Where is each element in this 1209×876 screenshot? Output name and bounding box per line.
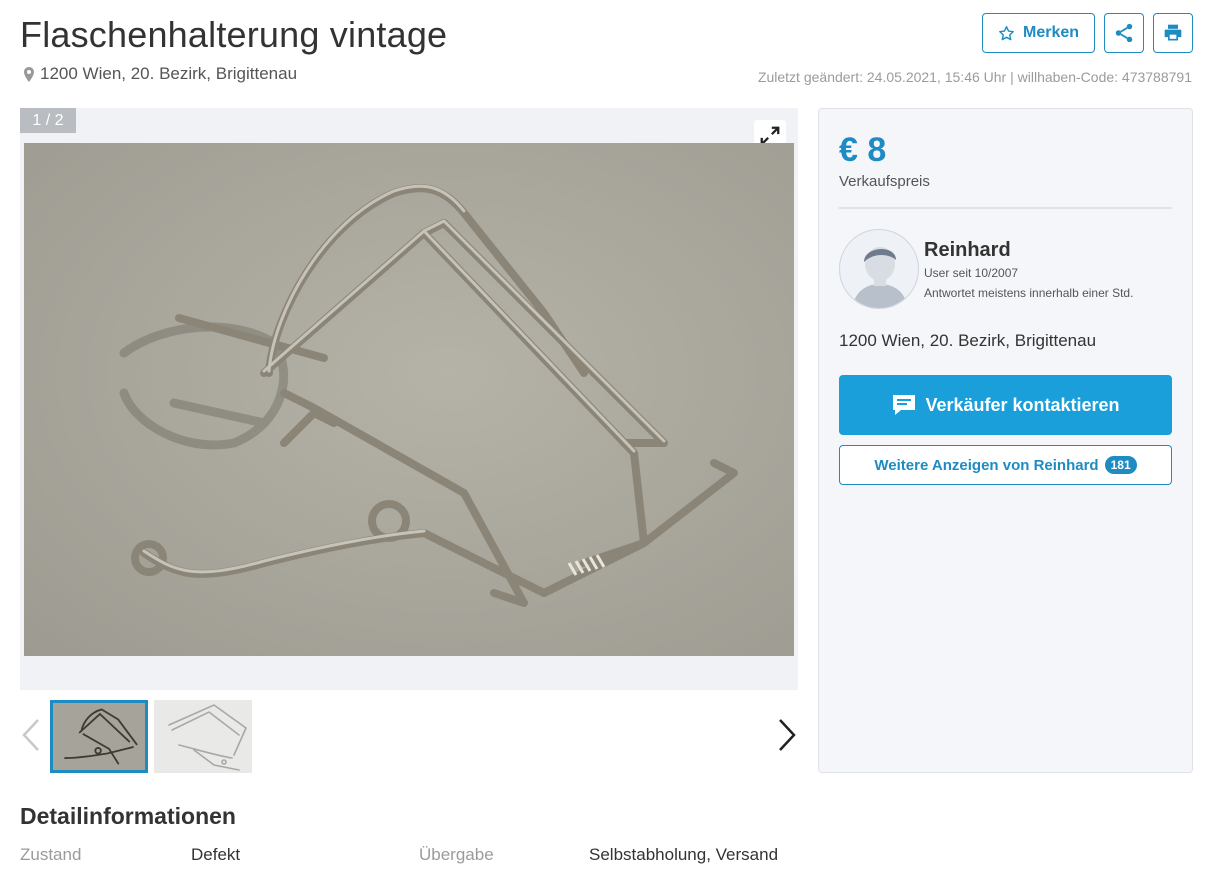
listing-location-text: 1200 Wien, 20. Bezirk, Brigittenau <box>40 64 298 83</box>
thumbnail-photo-1 <box>64 708 138 765</box>
chevron-right-icon <box>779 719 796 751</box>
thumbnail-photo-2 <box>168 704 247 771</box>
contact-seller-button[interactable]: Verkäufer kontaktieren <box>839 375 1172 435</box>
share-icon <box>1115 23 1133 43</box>
seller-name[interactable]: Reinhard <box>924 239 1011 262</box>
details-heading: Detailinformationen <box>20 803 236 829</box>
detail-label-condition: Zustand <box>20 845 82 864</box>
price: € 8 <box>839 131 887 169</box>
map-pin-icon <box>24 66 34 82</box>
contact-seller-label: Verkäufer kontaktieren <box>925 394 1120 415</box>
seller-sidebar: € 8 Verkaufspreis Reinhard User seit 10/… <box>818 108 1193 773</box>
thumbnail-2[interactable] <box>154 700 252 773</box>
more-ads-label: Weitere Anzeigen von Reinhard <box>874 456 1099 474</box>
avatar[interactable] <box>839 229 919 309</box>
detail-label-handover: Übergabe <box>419 845 494 864</box>
thumbnail-1[interactable] <box>50 700 148 773</box>
image-gallery[interactable]: 1 / 2 <box>20 108 798 690</box>
action-buttons: Merken <box>982 13 1193 53</box>
next-image-button[interactable] <box>776 717 798 758</box>
seller-member-since: User seit 10/2007 <box>924 266 1019 280</box>
page-title: Flaschenhalterung vintage <box>20 14 448 55</box>
share-button[interactable] <box>1104 13 1144 53</box>
ads-count-badge: 181 <box>1104 456 1137 474</box>
save-button-label: Merken <box>1022 24 1080 41</box>
price-label: Verkaufspreis <box>839 173 930 190</box>
listing-meta: Zuletzt geändert: 24.05.2021, 15:46 Uhr … <box>757 69 1192 85</box>
star-icon <box>999 25 1014 40</box>
divider <box>839 207 1172 209</box>
detail-value-condition: Defekt <box>191 845 241 864</box>
print-button[interactable] <box>1153 13 1193 53</box>
thumbnail-strip <box>20 700 798 774</box>
save-button[interactable]: Merken <box>982 13 1095 53</box>
seller-response-time: Antwortet meistens innerhalb einer Std. <box>924 286 1134 300</box>
main-photo[interactable] <box>24 143 794 656</box>
listing-location: 1200 Wien, 20. Bezirk, Brigittenau <box>24 64 297 84</box>
detail-value-handover: Selbstabholung, Versand <box>589 845 779 864</box>
seller-location: 1200 Wien, 20. Bezirk, Brigittenau <box>839 331 1097 350</box>
chat-bubble-icon <box>893 395 916 415</box>
print-icon <box>1164 24 1182 41</box>
chevron-left-icon <box>22 719 39 751</box>
previous-image-button[interactable] <box>20 717 42 758</box>
more-ads-button[interactable]: Weitere Anzeigen von Reinhard 181 <box>839 445 1172 485</box>
bottle-holder-photo <box>119 184 738 607</box>
user-avatar-icon <box>852 247 908 308</box>
image-counter: 1 / 2 <box>20 108 76 133</box>
